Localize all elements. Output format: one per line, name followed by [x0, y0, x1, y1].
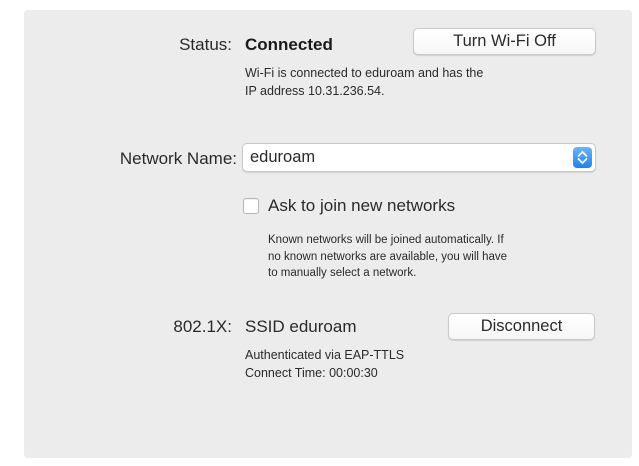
- dot1x-details: Authenticated via EAP-TTLS Connect Time:…: [245, 346, 605, 382]
- turn-wifi-off-button[interactable]: Turn Wi-Fi Off: [413, 28, 596, 55]
- ask-to-join-note-line-3: to manually select a network.: [268, 267, 417, 279]
- network-name-select[interactable]: eduroam: [242, 143, 596, 172]
- disconnect-button[interactable]: Disconnect: [448, 313, 595, 340]
- status-label: Status:: [179, 35, 232, 54]
- ask-to-join-label[interactable]: Ask to join new networks: [268, 196, 455, 216]
- status-value: Connected: [245, 35, 333, 54]
- chevron-up-down-icon[interactable]: [573, 147, 592, 168]
- connect-time-text: Connect Time: 00:00:30: [245, 366, 378, 380]
- status-description-line-2: IP address 10.31.236.54.: [245, 84, 385, 98]
- status-description: Wi-Fi is connected to eduroam and has th…: [245, 64, 605, 100]
- auth-method-text: Authenticated via EAP-TTLS: [245, 348, 405, 362]
- ask-to-join-note: Known networks will be joined automatica…: [268, 232, 628, 282]
- dot1x-label: 802.1X:: [173, 317, 232, 336]
- status-description-line-1: Wi-Fi is connected to eduroam and has th…: [245, 66, 484, 80]
- ask-to-join-note-line-2: no known networks are available, you wil…: [268, 250, 508, 263]
- network-name-label: Network Name:: [119, 149, 237, 168]
- ssid-value: SSID eduroam: [245, 317, 357, 336]
- ask-to-join-checkbox[interactable]: [243, 198, 259, 214]
- network-name-value: eduroam: [250, 148, 316, 166]
- wifi-settings-panel: Status: Connected Turn Wi-Fi Off Wi-Fi i…: [24, 10, 632, 458]
- ask-to-join-note-line-1: Known networks will be joined automatica…: [268, 234, 504, 246]
- chevron-up-down-icon-graphic: [577, 151, 588, 164]
